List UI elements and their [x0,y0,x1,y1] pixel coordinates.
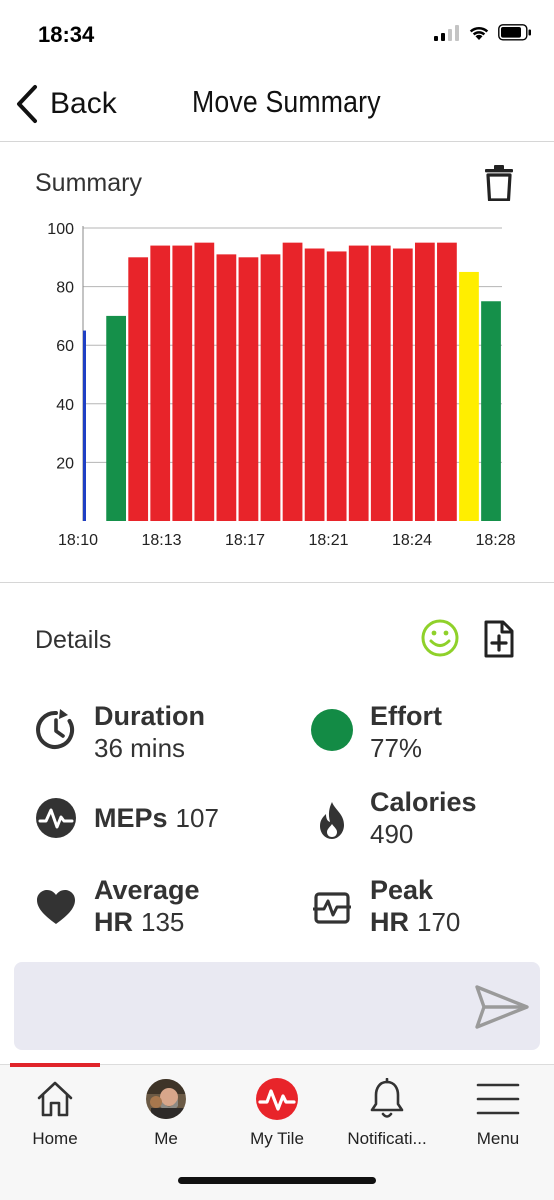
average-hr-label-line1: Average [94,875,200,905]
effort-bar-chart: 20 40 60 80 100 18:10 18:13 18:17 18:21 18:24 18:2… [47,223,515,549]
peak-hr-label-line1: Peak [370,875,434,905]
meps-metric: MEPs 107 [34,796,219,840]
meps-row: MEPs 107 [94,802,219,834]
chart-bar [414,242,435,521]
chart-y-tick-label: 60 [56,338,74,355]
message-input[interactable] [14,962,540,1050]
average-hr-row: HR 135 [94,906,200,938]
tab-notifications[interactable]: Notificati... [332,1077,442,1157]
tab-notifications-label: Notificati... [347,1129,427,1148]
calories-value: 490 [370,819,414,849]
tab-my-tile-label: My Tile [250,1129,304,1148]
chart-y-tick-label: 20 [56,455,74,472]
chart-bar [83,330,86,521]
status-time: 18:34 [38,22,95,47]
chart-bar [238,257,259,521]
home-icon [33,1077,77,1121]
chevron-left-icon [17,85,37,123]
average-hr-label-line2: HR [94,907,133,937]
chart-bar [194,242,215,521]
summary-title: Summary [35,169,142,197]
chart-y-tick-label: 100 [47,223,74,238]
effort-dot-icon [310,708,354,752]
tab-me[interactable]: Me [111,1077,221,1157]
chart-y-tick-label: 40 [56,397,74,414]
chart-x-tick-label: 18:28 [475,532,515,549]
nav-bar: Back Move Summary [0,70,554,142]
my-tile-icon [255,1077,299,1121]
trash-icon[interactable] [484,165,514,201]
chart-bar [106,315,127,521]
average-hr-value: 135 [141,907,185,937]
chart-bar [304,248,325,521]
battery-icon [498,24,531,41]
peak-hr-row: HR 170 [370,906,460,938]
meps-label: MEPs [94,803,168,833]
chart-bar [282,242,303,521]
chart-bar [437,242,457,521]
heart-rate-monitor-icon [310,886,354,930]
chart-bar [172,245,193,521]
status-icons [434,24,532,41]
smiley-icon[interactable] [420,618,460,658]
duration-clock-icon [34,708,78,752]
menu-icon [476,1077,520,1121]
heart-icon [34,886,78,930]
tab-menu-label: Menu [476,1129,520,1148]
bell-icon [365,1077,409,1121]
chart-y-tick-label: 80 [56,280,74,297]
duration-value: 36 mins [94,733,186,763]
meps-value: 107 [175,803,219,833]
details-section: Details Duration 36 mins Effort 77% MEPs… [0,584,554,954]
peak-hr-metric: Peak HR 170 [310,874,460,938]
chart-bar [459,271,479,521]
home-indicator [178,1177,376,1184]
summary-section: Summary 20 40 60 80 100 18:10 18:13 18:17 18:21 1… [0,143,554,583]
tab-me-label: Me [154,1129,178,1148]
chart-bar [481,301,501,521]
wifi-icon [469,26,489,40]
back-label: Back [50,87,117,120]
chart-bar [348,245,369,521]
chart-bar [392,248,413,521]
back-button[interactable]: Back [14,82,117,126]
chart-x-tick-label: 18:17 [225,532,265,549]
chart-bar [216,254,237,521]
status-bar: 18:34 [0,0,554,70]
effort-metric: Effort 77% [310,700,442,764]
chart-x-tick-label: 18:21 [308,532,348,549]
tab-menu[interactable]: Menu [443,1077,553,1157]
details-title: Details [35,626,112,654]
calories-metric: Calories 490 [310,786,477,850]
duration-label: Duration [94,701,205,731]
effort-value: 77% [370,733,423,763]
calories-label: Calories [370,787,477,817]
send-icon[interactable] [474,984,530,1030]
chart-bar [370,245,391,521]
add-document-icon[interactable] [483,620,515,658]
chart-bar [128,257,149,521]
chart-bar [150,245,171,521]
effort-label: Effort [370,701,442,731]
peak-hr-label-line2: HR [370,907,409,937]
chart-x-tick-label: 18:24 [392,532,432,549]
chart-bar [260,254,281,521]
tab-my-tile[interactable]: My Tile [222,1077,332,1157]
tab-home[interactable]: Home [0,1077,110,1157]
avatar [144,1077,188,1121]
average-hr-metric: Average HR 135 [34,874,200,938]
page-title: Move Summary [192,84,381,119]
chart-x-tick-label: 18:13 [141,532,181,549]
chart-x-tick-label: 18:10 [58,532,98,549]
tab-home-label: Home [32,1129,78,1148]
duration-metric: Duration 36 mins [34,700,205,764]
peak-hr-value: 170 [417,907,461,937]
active-tab-indicator [10,1063,100,1067]
heartbeat-circle-icon [34,796,78,840]
signal-icon [434,24,459,41]
flame-icon [310,798,354,842]
chart-bar [326,251,347,521]
